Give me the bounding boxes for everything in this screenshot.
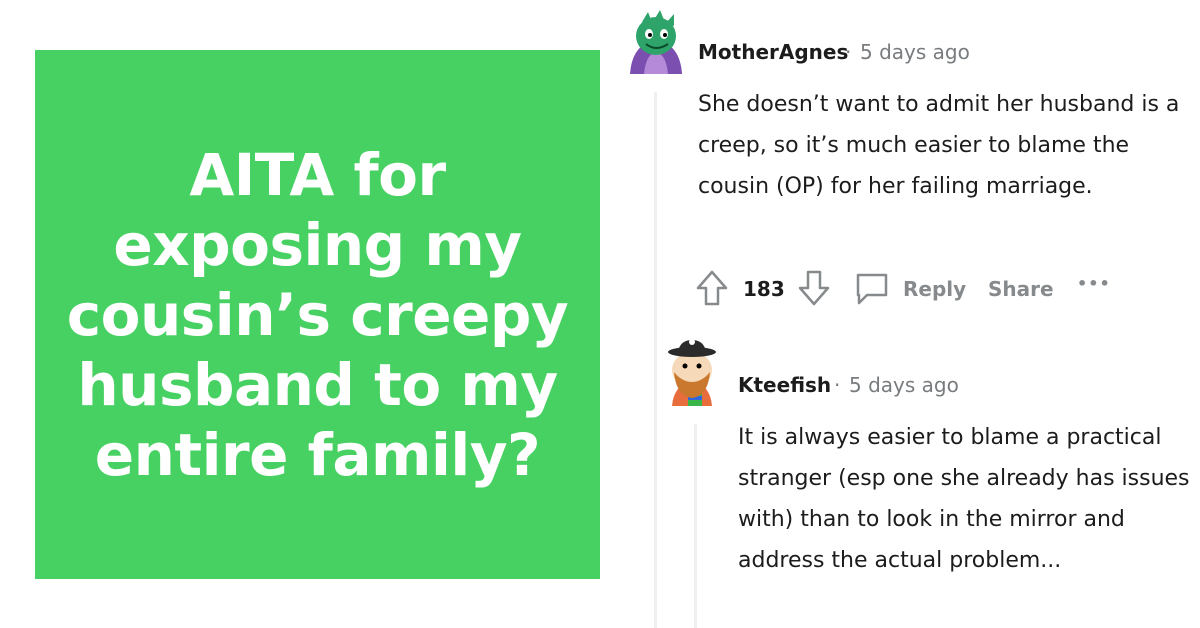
headline-card: AITA for exposing my cousin’s creepy hus… <box>35 50 600 579</box>
thread-collapse-line[interactable] <box>654 92 657 628</box>
vote-score: 183 <box>743 277 785 301</box>
headline-text: AITA for exposing my cousin’s creepy hus… <box>66 140 569 489</box>
comment-username[interactable]: MotherAgnes <box>698 40 848 64</box>
comment-username[interactable]: Kteefish <box>738 373 831 397</box>
comment-bubble-icon <box>856 273 888 305</box>
thread-collapse-line[interactable] <box>694 424 697 628</box>
comment-body: She doesn’t want to admit her husband is… <box>698 92 1180 199</box>
comment-timestamp[interactable]: 5 days ago <box>849 373 959 397</box>
comment-thread: MotherAgnes · 5 days ago She doesn’t wan… <box>618 0 1200 628</box>
snoo-avatar-green-dragon-icon[interactable] <box>624 8 688 78</box>
comment-timestamp[interactable]: 5 days ago <box>860 40 970 64</box>
meta-separator: · <box>834 373 841 397</box>
share-button[interactable]: Share <box>988 277 1054 301</box>
meta-separator: · <box>845 40 852 64</box>
snoo-avatar-bearded-hat-icon[interactable] <box>660 338 724 408</box>
downvote-icon[interactable] <box>796 268 832 308</box>
reply-label: Reply <box>903 277 967 301</box>
comment-body: It is always easier to blame a practical… <box>738 425 1190 573</box>
upvote-icon[interactable] <box>694 268 730 308</box>
reply-button[interactable]: Reply <box>853 270 966 308</box>
more-options-button[interactable]: ••• <box>1077 274 1111 293</box>
